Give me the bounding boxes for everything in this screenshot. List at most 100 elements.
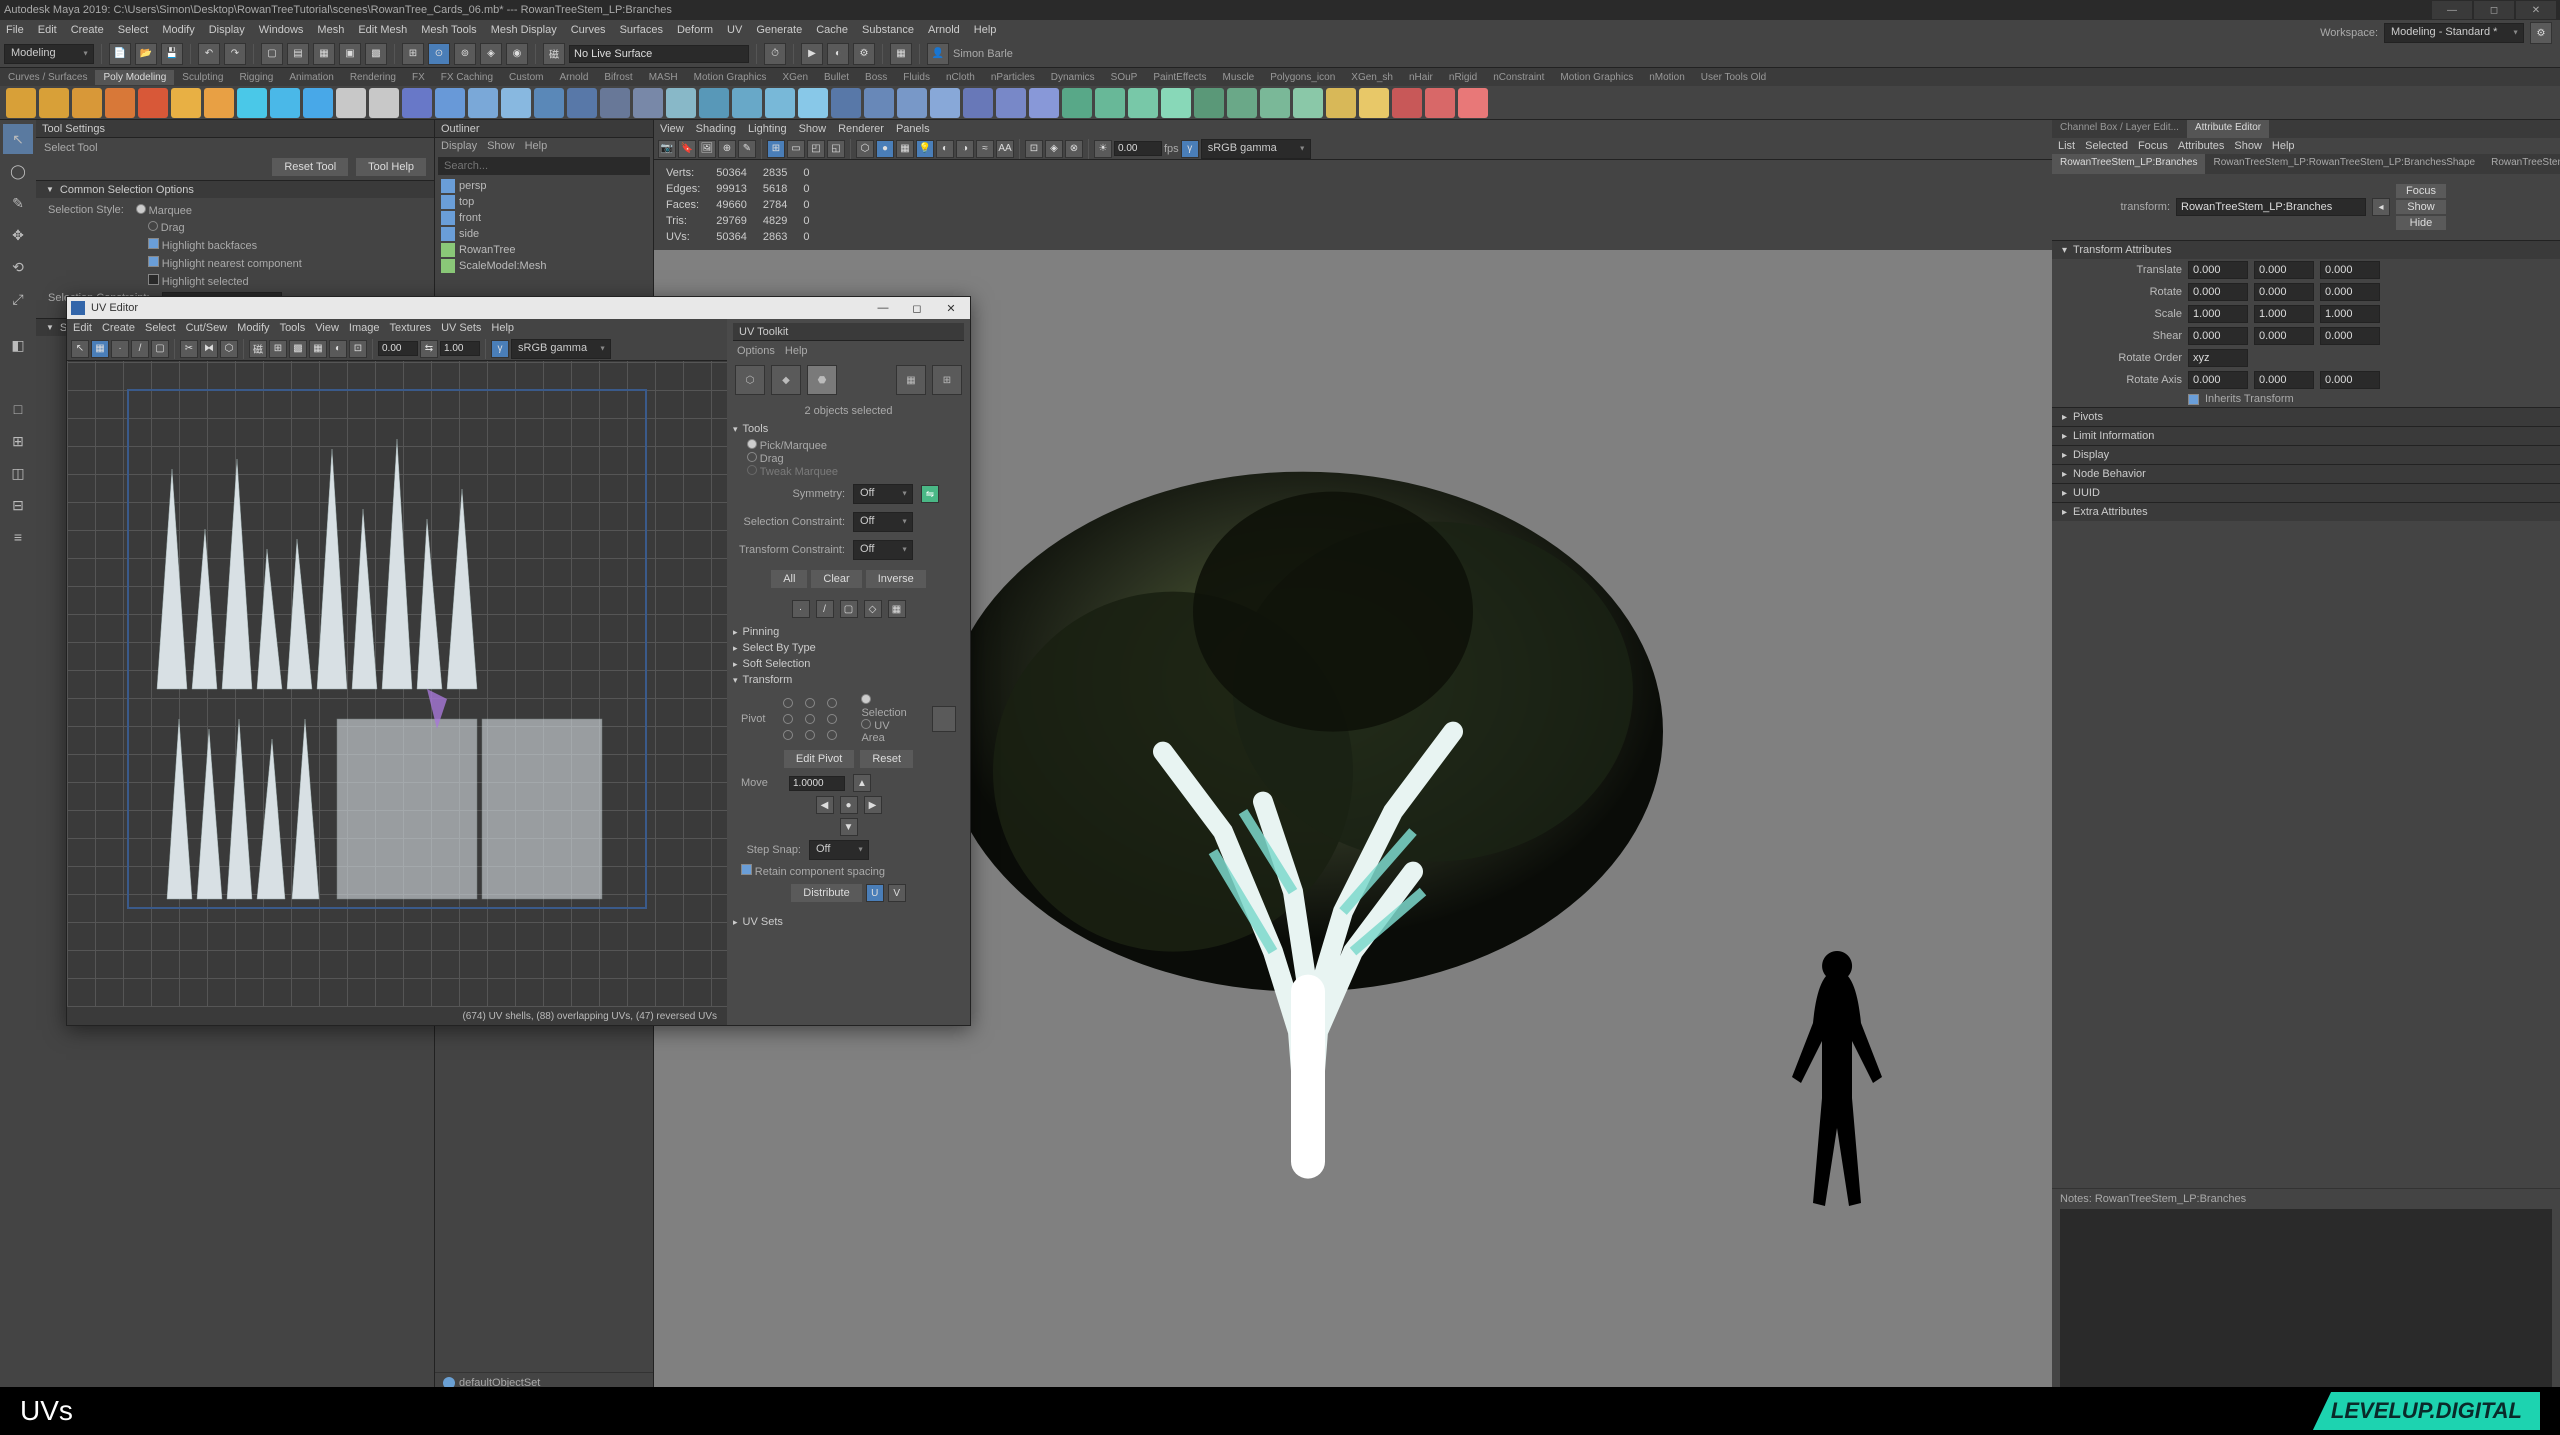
uv-menu-uv-sets[interactable]: UV Sets <box>441 322 481 334</box>
uv-cut-icon[interactable]: ✂ <box>180 340 198 358</box>
attr-value-field[interactable] <box>2254 305 2314 323</box>
shelf-item-icon[interactable] <box>963 88 993 118</box>
sel-vert-icon[interactable]: ▢ <box>261 43 283 65</box>
sel-face-icon[interactable]: ▦ <box>313 43 335 65</box>
shelf-item-icon[interactable] <box>534 88 564 118</box>
vp-grease-pencil-icon[interactable]: ✎ <box>738 140 756 158</box>
snap-grid-icon[interactable]: ⊞ <box>402 43 424 65</box>
pinning-section[interactable]: Pinning <box>733 626 964 638</box>
shelf-item-icon[interactable] <box>1029 88 1059 118</box>
snap-curve-icon[interactable]: ⊙ <box>428 43 450 65</box>
shelf-item-icon[interactable] <box>831 88 861 118</box>
vp-gate-mask-icon[interactable]: ◱ <box>827 140 845 158</box>
attr-value-field[interactable] <box>2254 283 2314 301</box>
shelf-tab[interactable]: Fluids <box>895 70 938 85</box>
nav-prev-icon[interactable]: ◂ <box>2372 198 2390 216</box>
menu-display[interactable]: Display <box>209 24 245 36</box>
shelf-item-icon[interactable] <box>138 88 168 118</box>
attr-value-field[interactable] <box>2254 371 2314 389</box>
convert-uv-icon[interactable]: ◇ <box>864 600 882 618</box>
shelf-item-icon[interactable] <box>468 88 498 118</box>
shelf-item-icon[interactable] <box>1458 88 1488 118</box>
vp-gamma-dropdown[interactable]: sRGB gamma <box>1201 139 1311 159</box>
attr-value-field[interactable] <box>2188 283 2248 301</box>
uv-mode-solid-icon[interactable]: ⬣ <box>807 365 837 395</box>
distribute-v-icon[interactable]: V <box>888 884 906 902</box>
reset-tool-button[interactable]: Reset Tool <box>272 158 348 176</box>
shelf-item-icon[interactable] <box>105 88 135 118</box>
render-ipr-icon[interactable]: ◐ <box>827 43 849 65</box>
attr-menu-selected[interactable]: Selected <box>2085 140 2128 152</box>
shelf-item-icon[interactable] <box>864 88 894 118</box>
move-value-field[interactable] <box>789 776 845 791</box>
attr-value-field[interactable] <box>2188 305 2248 323</box>
shelf-tab[interactable]: Rendering <box>342 70 404 85</box>
section-extra-attributes[interactable]: Extra Attributes <box>2052 502 2560 521</box>
vp-select-cam-icon[interactable]: 📷 <box>658 140 676 158</box>
uv-menu-tools[interactable]: Tools <box>280 322 306 334</box>
shelf-item-icon[interactable] <box>1359 88 1389 118</box>
shelf-item-icon[interactable] <box>666 88 696 118</box>
move-right-arrow-icon[interactable]: ▶ <box>864 796 882 814</box>
uv-border-display-icon[interactable]: ⊞ <box>932 365 962 395</box>
move-up-arrow-icon[interactable]: ▲ <box>853 774 871 792</box>
shelf-tab[interactable]: Dynamics <box>1043 70 1103 85</box>
sel-multi-icon[interactable]: ▩ <box>365 43 387 65</box>
shelf-item-icon[interactable] <box>600 88 630 118</box>
snap-plane-icon[interactable]: ◈ <box>480 43 502 65</box>
shelf-tab[interactable]: nParticles <box>983 70 1043 85</box>
convert-face-icon[interactable]: ▢ <box>840 600 858 618</box>
shelf-tab[interactable]: nCloth <box>938 70 983 85</box>
attr-menu-help[interactable]: Help <box>2272 140 2295 152</box>
hide-button[interactable]: Hide <box>2396 216 2446 230</box>
file-new-icon[interactable]: 📄 <box>109 43 131 65</box>
shelf-item-icon[interactable] <box>732 88 762 118</box>
edit-pivot-button[interactable]: Edit Pivot <box>784 750 854 768</box>
menu-arnold[interactable]: Arnold <box>928 24 960 36</box>
uv-grid-display-icon[interactable]: ▦ <box>896 365 926 395</box>
shelf-tab[interactable]: PaintEffects <box>1145 70 1214 85</box>
live-surface-icon[interactable]: 磁 <box>543 43 565 65</box>
uv-edge-icon[interactable]: / <box>131 340 149 358</box>
toolkit-options-menu[interactable]: Options <box>737 345 775 357</box>
uv-canvas[interactable] <box>67 361 727 1007</box>
move-tool-icon[interactable]: ✥ <box>3 220 33 250</box>
menu-select[interactable]: Select <box>118 24 149 36</box>
shelf-tab[interactable]: Boss <box>857 70 895 85</box>
select-all-button[interactable]: All <box>771 570 807 588</box>
vp-menu-renderer[interactable]: Renderer <box>838 123 884 135</box>
menu-curves[interactable]: Curves <box>571 24 606 36</box>
vp-film-gate-icon[interactable]: ▭ <box>787 140 805 158</box>
toolkit-help-menu[interactable]: Help <box>785 345 808 357</box>
vp-menu-lighting[interactable]: Lighting <box>748 123 787 135</box>
account-icon[interactable]: 👤 <box>927 43 949 65</box>
shelf-item-icon[interactable] <box>501 88 531 118</box>
shelf-item-icon[interactable] <box>1128 88 1158 118</box>
uv-menu-select[interactable]: Select <box>145 322 176 334</box>
workspace-dropdown[interactable]: Modeling - Standard * <box>2384 23 2524 43</box>
render-settings-icon[interactable]: ⚙ <box>853 43 875 65</box>
attr-value-field[interactable] <box>2254 327 2314 345</box>
common-selection-header[interactable]: Common Selection Options <box>36 180 434 198</box>
shelf-item-icon[interactable] <box>1293 88 1323 118</box>
shelf-item-icon[interactable] <box>930 88 960 118</box>
transform-attributes-header[interactable]: Transform Attributes <box>2052 240 2560 259</box>
uv-checker-icon[interactable]: ▦ <box>309 340 327 358</box>
shelf-item-icon[interactable] <box>699 88 729 118</box>
outliner-show-menu[interactable]: Show <box>487 140 515 152</box>
vp-motion-blur-icon[interactable]: ≈ <box>976 140 994 158</box>
render-icon[interactable]: ▶ <box>801 43 823 65</box>
uv-dim-icon[interactable]: ◐ <box>329 340 347 358</box>
section-display[interactable]: Display <box>2052 445 2560 464</box>
outliner-item[interactable]: RowanTree <box>435 242 653 258</box>
shelf-item-icon[interactable] <box>1095 88 1125 118</box>
uv-mode-shaded-icon[interactable]: ◆ <box>771 365 801 395</box>
transform-name-field[interactable] <box>2176 198 2366 216</box>
menu-edit[interactable]: Edit <box>38 24 57 36</box>
uv-u-field[interactable] <box>378 341 418 356</box>
vp-fps-input[interactable] <box>1114 141 1162 156</box>
snap-point-icon[interactable]: ⊚ <box>454 43 476 65</box>
mode-dropdown[interactable]: Modeling <box>4 44 94 64</box>
shelf-tab[interactable]: Poly Modeling <box>95 70 174 85</box>
two-pane-stack-icon[interactable]: ⊟ <box>3 490 33 520</box>
